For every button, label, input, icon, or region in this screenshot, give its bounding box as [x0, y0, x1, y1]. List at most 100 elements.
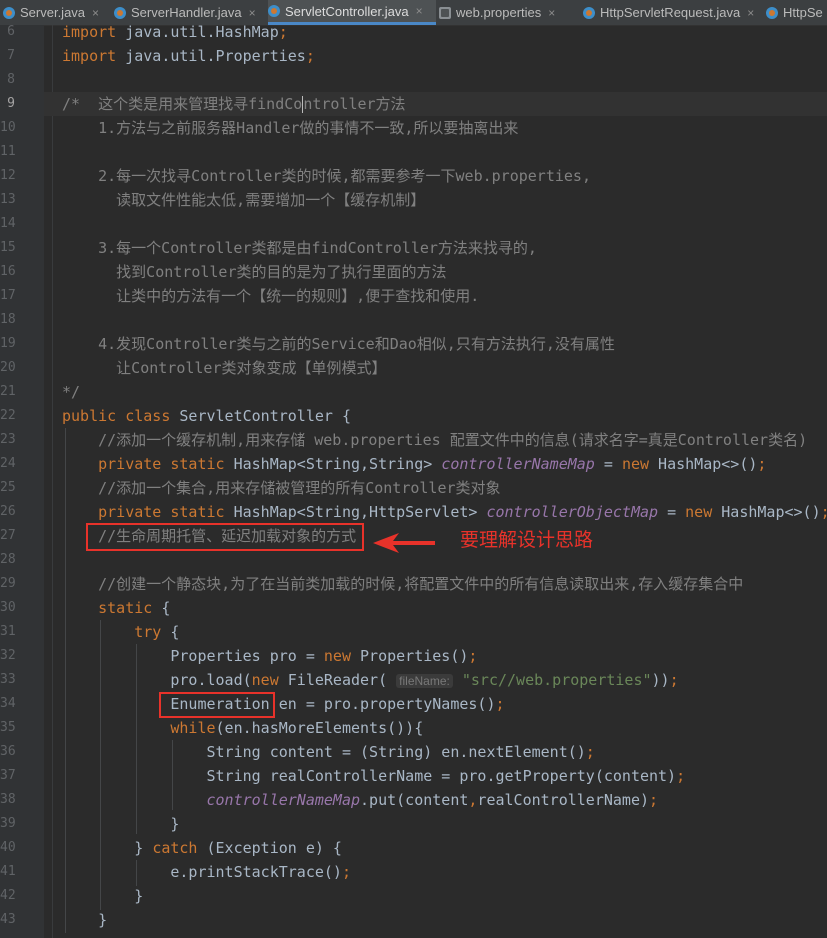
tab-label: Server.java — [20, 5, 86, 20]
code-token: ; — [278, 23, 288, 41]
code-token: String content = (String) en.nextElement… — [62, 743, 586, 761]
code-token: "src//web.properties" — [461, 671, 652, 689]
tab-servletcontroller-java[interactable]: ServletController.java × — [268, 0, 436, 25]
code-token: Properties() — [351, 647, 469, 665]
code-token: Enumeration en = pro.propertyNames() — [62, 695, 496, 713]
code-token: ; — [585, 743, 595, 761]
line-number: 37 — [0, 768, 16, 783]
java-class-icon — [268, 5, 280, 17]
line-number: 41 — [0, 864, 16, 879]
line-number: 19 — [0, 336, 16, 351]
line-number: 7 — [7, 48, 15, 63]
code-token: try — [62, 623, 162, 641]
code-token: 让Controller类对象变成【单例模式】 — [62, 359, 387, 377]
code-text: //添加一个集合,用来存储被管理的所有Controller类对象 — [62, 476, 500, 500]
line-number: 20 — [0, 360, 16, 375]
code-text: } — [62, 812, 179, 836]
line-number: 21 — [0, 384, 16, 399]
code-token: HashMap<String,HttpServlet> — [224, 503, 487, 521]
code-text: Enumeration en = pro.propertyNames(); — [62, 692, 504, 716]
code-token: (en.hasMoreElements()){ — [215, 719, 424, 737]
code-text: 让Controller类对象变成【单例模式】 — [62, 356, 387, 380]
code-token: } — [62, 887, 144, 905]
close-icon[interactable]: × — [548, 6, 555, 20]
code-token: = — [594, 455, 622, 473]
code-text: String content = (String) en.nextElement… — [62, 740, 595, 764]
code-token: { — [161, 623, 180, 641]
code-token: 4.发现Controller类与之前的Service和Dao相似,只有方法执行,… — [62, 335, 615, 353]
line-number: 43 — [0, 912, 16, 927]
code-token: 找到Controller类的目的是为了执行里面的方法 — [62, 263, 447, 281]
line-number: 36 — [0, 744, 16, 759]
code-text: 3.每一个Controller类都是由findController方法来找寻的, — [62, 236, 537, 260]
line-number: 39 — [0, 816, 16, 831]
line-number: 11 — [0, 144, 16, 159]
parameter-hint: fileName: — [396, 674, 453, 688]
close-icon[interactable]: × — [747, 6, 754, 20]
code-text: 4.发现Controller类与之前的Service和Dao相似,只有方法执行,… — [62, 332, 615, 356]
code-token: java.util.HashMap — [116, 23, 279, 41]
code-token: pro.load( — [62, 671, 252, 689]
close-icon[interactable]: × — [249, 6, 256, 20]
code-token: private static — [62, 503, 225, 521]
line-number: 17 — [0, 288, 16, 303]
code-token: new — [251, 671, 279, 689]
code-token: catch — [152, 839, 198, 857]
code-text: import java.util.Properties; — [62, 44, 315, 68]
code-token: import — [62, 23, 117, 41]
code-token: ; — [305, 47, 315, 65]
line-number: 10 — [0, 120, 16, 135]
code-token: )) — [651, 671, 670, 689]
fold-gutter — [52, 25, 53, 938]
code-text: } — [62, 884, 143, 908]
code-text: 读取文件性能太低,需要增加一个【缓存机制】 — [62, 188, 425, 212]
line-number: 32 — [0, 648, 16, 663]
code-token: new — [685, 503, 713, 521]
code-token: public class — [62, 407, 171, 425]
code-token: controllerNameMap — [62, 791, 361, 809]
code-token: new — [323, 647, 351, 665]
code-token: controllerNameMap — [441, 455, 595, 473]
close-icon[interactable]: × — [92, 6, 99, 20]
arrow-head — [373, 533, 435, 553]
code-text: pro.load(new FileReader( fileName: "src/… — [62, 668, 679, 693]
code-token: HashMap<>() — [712, 503, 821, 521]
line-number: 38 — [0, 792, 16, 807]
code-token: HashMap<String,String> — [224, 455, 442, 473]
code-token: private static — [62, 455, 225, 473]
tab-label: ServerHandler.java — [131, 5, 242, 20]
code-text: */ — [62, 380, 80, 404]
tab-httpservletrequest-java[interactable]: HttpServletRequest.java × — [583, 0, 763, 25]
annotation-note: 要理解设计思路 — [460, 530, 594, 551]
code-token: } — [62, 839, 153, 857]
line-number: 14 — [0, 216, 16, 231]
code-token: (Exception e) { — [197, 839, 342, 857]
code-text: e.printStackTrace(); — [62, 860, 351, 884]
code-token: ntroller方法 — [303, 95, 406, 113]
line-number: 27 — [0, 528, 16, 543]
tab-web-properties[interactable]: web.properties × — [439, 0, 580, 25]
highlight-box-comment — [86, 523, 364, 551]
code-token: //添加一个缓存机制,用来存储 web.properties 配置文件中的信息(… — [62, 431, 808, 449]
tab-label: HttpSe — [783, 5, 823, 20]
code-token: .put(content — [360, 791, 469, 809]
code-token: ; — [669, 671, 679, 689]
code-text: //创建一个静态块,为了在当前类加载的时候,将配置文件中的所有信息读取出来,存入… — [62, 572, 743, 596]
line-number: 23 — [0, 432, 16, 447]
close-icon[interactable]: × — [416, 4, 423, 18]
code-token: java.util.Properties — [116, 47, 306, 65]
code-token: } — [62, 815, 180, 833]
code-token: ; — [341, 863, 351, 881]
code-token: 3.每一个Controller类都是由findController方法来找寻的, — [62, 239, 537, 257]
code-token: //创建一个静态块,为了在当前类加载的时候,将配置文件中的所有信息读取出来,存入… — [62, 575, 744, 593]
line-number: 16 — [0, 264, 16, 279]
highlight-box-enumeration — [159, 692, 275, 718]
code-token: { — [152, 599, 171, 617]
code-token: realControllerName) — [477, 791, 650, 809]
code-text: public class ServletController { — [62, 404, 351, 428]
tab-httpse[interactable]: HttpSe — [766, 0, 827, 25]
line-number: 6 — [7, 24, 15, 39]
line-number: 33 — [0, 672, 16, 687]
line-number: 22 — [0, 408, 16, 423]
